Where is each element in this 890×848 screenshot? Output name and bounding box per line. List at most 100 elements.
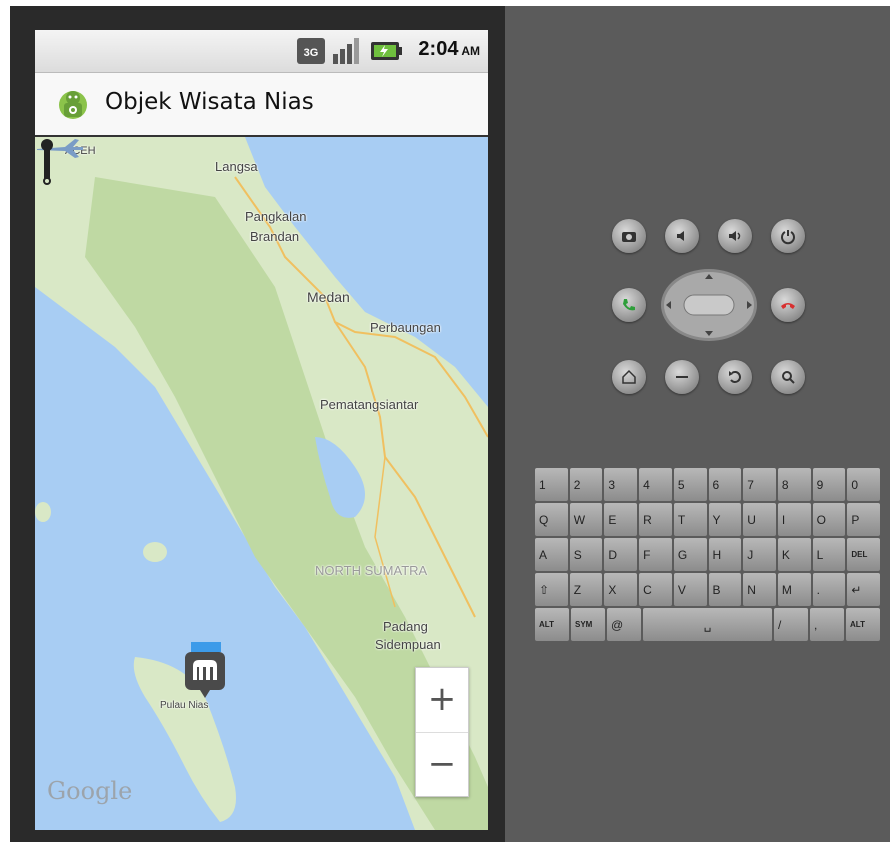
key-period[interactable]: . <box>812 573 846 606</box>
home-icon <box>622 369 636 384</box>
key-w[interactable]: W <box>569 503 603 536</box>
key-3[interactable]: 3 <box>604 468 638 501</box>
map-label-sidempuan: Sidempuan <box>375 637 441 652</box>
key-t[interactable]: T <box>673 503 707 536</box>
key-a[interactable]: A <box>535 538 568 571</box>
key-q[interactable]: Q <box>535 503 568 536</box>
key-d[interactable]: D <box>604 538 638 571</box>
map-label-pulau-nias: Pulau Nias <box>160 700 209 711</box>
key-y[interactable]: Y <box>708 503 742 536</box>
keyboard-row-qwerty: Q W E R T Y U I O P <box>535 503 881 536</box>
key-s[interactable]: S <box>569 538 603 571</box>
key-r[interactable]: R <box>639 503 672 536</box>
device-screen: 3G 2:04 AM Objek Wisata Nias ACEH Langsa… <box>35 30 488 830</box>
key-j[interactable]: J <box>743 538 776 571</box>
key-sym[interactable]: SYM <box>571 608 605 641</box>
key-z[interactable]: Z <box>569 573 603 606</box>
app-title: Objek Wisata Nias <box>105 89 314 115</box>
key-x[interactable]: X <box>604 573 638 606</box>
key-b[interactable]: B <box>708 573 742 606</box>
key-shift[interactable]: ⇧ <box>535 573 568 606</box>
action-bar: Objek Wisata Nias <box>35 73 488 137</box>
zoom-in-button[interactable]: + <box>416 668 468 732</box>
menu-button[interactable] <box>665 360 699 394</box>
map-label-medan: Medan <box>307 289 350 305</box>
android-app-icon <box>59 91 87 119</box>
key-l[interactable]: L <box>812 538 846 571</box>
location-pin-icon[interactable] <box>35 137 59 185</box>
map-view[interactable]: ACEH Langsa Pangkalan Brandan Medan Perb… <box>35 137 488 830</box>
volume-down-button[interactable] <box>665 219 699 253</box>
key-h[interactable]: H <box>708 538 742 571</box>
volume-down-icon <box>677 231 684 241</box>
status-bar: 3G 2:04 AM <box>35 30 488 73</box>
search-icon <box>782 371 795 384</box>
key-f[interactable]: F <box>639 538 672 571</box>
keyboard-row-zxcv: ⇧ Z X C V B N M . ↵ <box>535 573 881 606</box>
key-k[interactable]: K <box>777 538 811 571</box>
back-button[interactable] <box>718 360 752 394</box>
map-label-brandan: Brandan <box>250 229 300 244</box>
key-enter[interactable]: ↵ <box>847 573 881 606</box>
key-8[interactable]: 8 <box>777 468 811 501</box>
keyboard-row-asdf: A S D F G H J K L DEL <box>535 538 881 571</box>
key-at[interactable]: @ <box>607 608 641 641</box>
camera-icon <box>622 232 636 242</box>
key-c[interactable]: C <box>639 573 672 606</box>
nias-place-marker[interactable] <box>183 642 227 700</box>
map-label-langsa: Langsa <box>215 159 258 174</box>
map-label-pangkalan: Pangkalan <box>245 209 307 224</box>
volume-up-icon <box>729 231 741 241</box>
zoom-controls: + − <box>415 667 469 797</box>
key-p[interactable]: P <box>847 503 881 536</box>
volume-up-button[interactable] <box>718 219 752 253</box>
key-o[interactable]: O <box>812 503 846 536</box>
phone-green-icon <box>623 299 635 311</box>
key-5[interactable]: 5 <box>673 468 707 501</box>
key-9[interactable]: 9 <box>812 468 846 501</box>
map-label-pematangsiantar: Pematangsiantar <box>320 397 419 412</box>
svg-text:3G: 3G <box>304 47 319 59</box>
map-label-padang: Padang <box>383 619 428 634</box>
signal-icon <box>333 38 359 64</box>
status-time: 2:04 AM <box>418 38 480 60</box>
key-alt-left[interactable]: ALT <box>535 608 569 641</box>
google-logo: Google <box>47 777 133 805</box>
key-2[interactable]: 2 <box>569 468 603 501</box>
3g-icon: 3G <box>297 38 325 64</box>
key-u[interactable]: U <box>743 503 776 536</box>
key-0[interactable]: 0 <box>847 468 881 501</box>
key-m[interactable]: M <box>777 573 811 606</box>
end-call-button[interactable] <box>771 288 805 322</box>
menu-icon <box>676 376 688 378</box>
key-g[interactable]: G <box>673 538 707 571</box>
power-icon <box>781 230 795 245</box>
key-4[interactable]: 4 <box>639 468 672 501</box>
map-label-perbaungan: Perbaungan <box>370 320 441 335</box>
keyboard-row-numbers: 1 2 3 4 5 6 7 8 9 0 <box>535 468 881 501</box>
phone-red-icon <box>781 303 795 309</box>
key-1[interactable]: 1 <box>535 468 568 501</box>
key-slash[interactable]: / <box>774 608 808 641</box>
camera-button[interactable] <box>612 219 646 253</box>
key-n[interactable]: N <box>743 573 776 606</box>
key-e[interactable]: E <box>604 503 638 536</box>
power-button[interactable] <box>771 219 805 253</box>
home-button[interactable] <box>612 360 646 394</box>
back-icon <box>729 371 741 383</box>
key-comma[interactable]: , <box>810 608 844 641</box>
key-alt-right[interactable]: ALT <box>846 608 880 641</box>
map-label-north-sumatra: NORTH SUMATRA <box>315 563 428 578</box>
search-button[interactable] <box>771 360 805 394</box>
key-7[interactable]: 7 <box>743 468 776 501</box>
key-del[interactable]: DEL <box>847 538 881 571</box>
emulator-keyboard: 1 2 3 4 5 6 7 8 9 0 Q W E R T Y U I O P … <box>535 468 881 643</box>
call-button[interactable] <box>612 288 646 322</box>
key-i[interactable]: I <box>777 503 811 536</box>
keyboard-row-bottom: ALT SYM @ ␣ / , ALT <box>535 608 880 641</box>
key-v[interactable]: V <box>673 573 707 606</box>
key-space[interactable]: ␣ <box>643 608 772 641</box>
key-6[interactable]: 6 <box>708 468 742 501</box>
zoom-out-button[interactable]: − <box>416 732 468 797</box>
dpad[interactable] <box>660 268 758 342</box>
